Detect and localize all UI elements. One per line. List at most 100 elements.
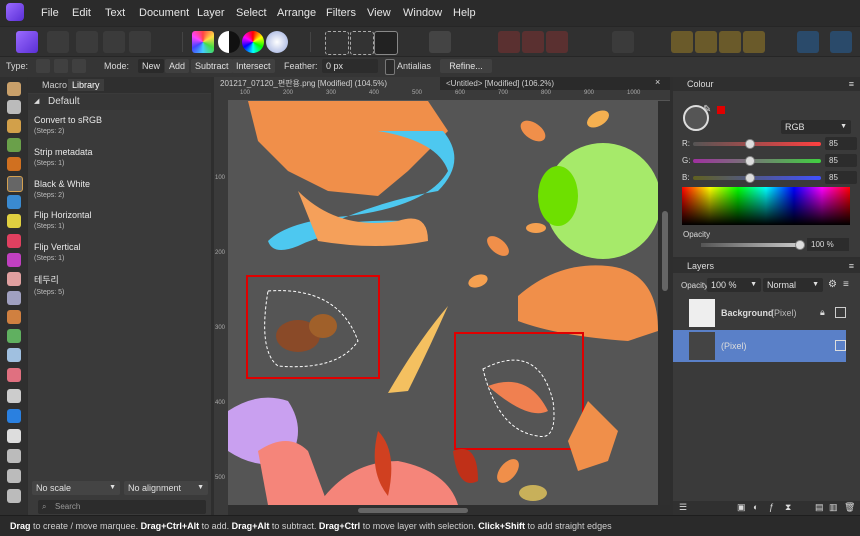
selection-brush-tool-icon[interactable] — [7, 157, 21, 171]
paint-brush-tool-icon[interactable] — [7, 138, 21, 152]
layer-row[interactable]: Background (Pixel) 🔒︎ — [673, 297, 846, 329]
search-input[interactable]: ⌕ Search — [38, 500, 206, 514]
liquify-persona-icon[interactable] — [47, 31, 69, 53]
pen-tool-icon[interactable] — [7, 389, 21, 403]
tab-macro[interactable]: Macro — [38, 79, 71, 91]
blur-tool-icon[interactable] — [7, 291, 21, 305]
scroll-thumb[interactable] — [358, 508, 468, 513]
colour-picker-tool-icon[interactable] — [7, 214, 21, 228]
auto-levels-icon[interactable] — [192, 31, 214, 53]
document-tab[interactable]: <Untitled> [Modified] (106.2%) — [440, 77, 646, 90]
antialias-checkbox[interactable] — [385, 59, 395, 75]
horizontal-scrollbar[interactable] — [228, 505, 660, 515]
dodge-tool-icon[interactable] — [7, 253, 21, 267]
macro-item[interactable]: Convert to sRGB (Steps: 2) — [34, 115, 102, 135]
panel-menu-icon[interactable]: ≡ — [849, 259, 854, 273]
macro-item[interactable]: Strip metadata (Steps: 1) — [34, 147, 93, 167]
layer-menu-icon[interactable]: ≡ — [843, 279, 849, 290]
arrange-forward-icon[interactable] — [719, 31, 741, 53]
freehand-type-icon[interactable] — [36, 59, 50, 73]
colour-model-select[interactable]: RGB ▼ — [781, 120, 851, 134]
colour-spectrum[interactable] — [682, 187, 850, 225]
assistant-icon[interactable] — [498, 31, 520, 53]
red-eye-tool-icon[interactable] — [7, 348, 21, 362]
view-tool-icon[interactable] — [7, 449, 21, 463]
category-header[interactable]: ◢ Default — [28, 94, 211, 110]
menu-help[interactable]: Help — [453, 7, 476, 19]
refine-button[interactable]: Refine... — [440, 59, 492, 73]
patch-tool-icon[interactable] — [7, 368, 21, 382]
visibility-checkbox[interactable] — [835, 307, 846, 318]
quick-mask-icon[interactable] — [429, 31, 451, 53]
layer-opacity-select[interactable]: 100 % ▼ — [707, 278, 761, 292]
delete-layer-icon[interactable]: 🗑︎ — [844, 502, 855, 513]
menu-window[interactable]: Window — [403, 7, 442, 19]
macro-item[interactable]: Flip Horizontal (Steps: 1) — [34, 210, 92, 230]
share-icon[interactable] — [129, 31, 151, 53]
select-all-icon[interactable] — [325, 31, 349, 55]
red-slider[interactable] — [693, 139, 821, 149]
mode-subtract-button[interactable]: Subtract — [191, 59, 233, 73]
folder-icon[interactable]: ▤ — [815, 502, 824, 513]
alignment-select[interactable]: No alignment ▼ — [124, 481, 208, 495]
eraser-tool-icon[interactable] — [7, 272, 21, 286]
auto-white-balance-icon[interactable] — [266, 31, 288, 53]
live-brush-icon[interactable] — [612, 31, 634, 53]
green-value-field[interactable]: 85 — [825, 154, 857, 167]
menu-layer[interactable]: Layer — [197, 7, 225, 19]
freehand-selection-tool-icon[interactable] — [7, 176, 23, 192]
document-canvas[interactable] — [228, 101, 658, 505]
transform-icon[interactable] — [830, 31, 852, 53]
close-tab-icon[interactable]: × — [655, 77, 660, 87]
vertical-scrollbar[interactable] — [660, 101, 670, 505]
zoom-tool-icon[interactable] — [7, 469, 21, 483]
develop-persona-icon[interactable] — [76, 31, 98, 53]
move-tool-icon[interactable] — [7, 100, 21, 114]
gear-icon[interactable]: ⚙ — [828, 279, 837, 290]
arrange-backward-icon[interactable] — [695, 31, 717, 53]
auto-contrast-icon[interactable] — [218, 31, 240, 53]
clone-tool-icon[interactable] — [7, 310, 21, 324]
snapping-icon[interactable] — [522, 31, 544, 53]
menu-text[interactable]: Text — [105, 7, 125, 19]
arrange-front-icon[interactable] — [743, 31, 765, 53]
crop-tool-icon[interactable] — [7, 119, 21, 133]
collapse-arrow-icon[interactable]: ◢ — [34, 94, 39, 110]
macro-item[interactable]: Black & White (Steps: 2) — [34, 179, 90, 199]
deselect-icon[interactable] — [350, 31, 374, 55]
scroll-thumb[interactable] — [662, 211, 668, 291]
hand-tool-icon[interactable] — [7, 489, 21, 503]
invert-selection-icon[interactable] — [374, 31, 398, 55]
mode-add-button[interactable]: Add — [165, 59, 190, 73]
panel-menu-icon[interactable]: ≡ — [849, 77, 854, 91]
magnet-icon[interactable] — [546, 31, 568, 53]
red-value-field[interactable]: 85 — [825, 137, 857, 150]
adjustment-icon[interactable]: ◐ — [753, 502, 758, 512]
mask-icon[interactable]: ▣ — [737, 502, 746, 513]
arrange-back-icon[interactable] — [671, 31, 693, 53]
tone-mapping-persona-icon[interactable] — [103, 31, 125, 53]
menu-arrange[interactable]: Arrange — [277, 7, 316, 19]
blend-mode-select[interactable]: Normal ▼ — [763, 278, 823, 292]
live-filter-icon[interactable]: ⧗ — [785, 502, 791, 513]
blue-slider[interactable] — [693, 173, 821, 183]
mode-new-button[interactable]: New — [138, 59, 165, 73]
menu-select[interactable]: Select — [236, 7, 267, 19]
mode-intersect-button[interactable]: Intersect — [232, 59, 275, 73]
opacity-field[interactable]: 100 % — [807, 238, 849, 251]
healing-tool-icon[interactable] — [7, 329, 21, 343]
document-tab[interactable]: 201217_07120_편판용.png [Modified] (104.5%) — [214, 77, 440, 90]
lock-icon[interactable]: 🔒︎ — [820, 307, 825, 318]
colour-picker-icon[interactable]: ✎ — [703, 104, 711, 115]
layers-stack-icon[interactable]: ☰ — [679, 502, 687, 513]
menu-file[interactable]: File — [41, 7, 59, 19]
rectangle-tool-icon[interactable] — [7, 409, 21, 423]
macro-item[interactable]: Flip Vertical (Steps: 1) — [34, 242, 81, 262]
auto-colours-icon[interactable] — [242, 31, 264, 53]
menu-view[interactable]: View — [367, 7, 391, 19]
flood-fill-tool-icon[interactable] — [7, 195, 21, 209]
brush-tool-icon[interactable] — [7, 234, 21, 248]
feather-field[interactable]: 0 px — [322, 59, 378, 73]
macro-item[interactable]: 테두리 (Steps: 5) — [34, 273, 64, 296]
align-icon[interactable] — [797, 31, 819, 53]
